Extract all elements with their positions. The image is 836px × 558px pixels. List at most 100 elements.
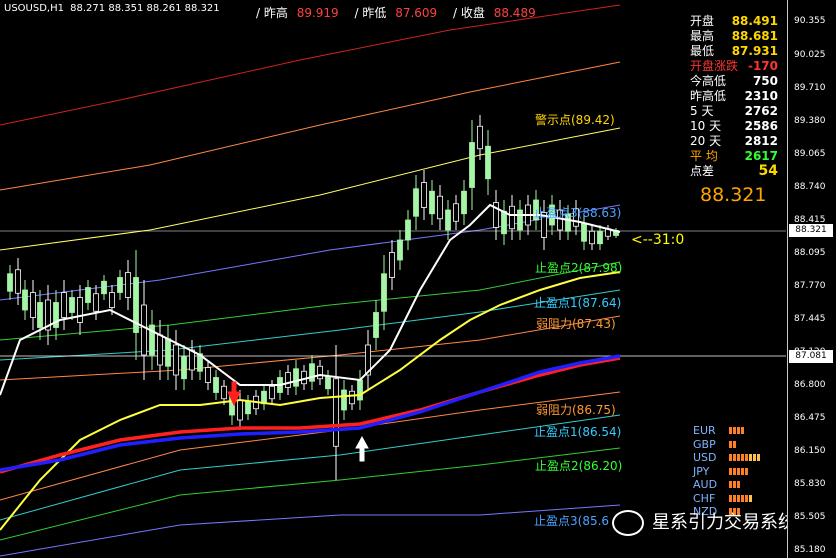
envelope-band-line — [0, 261, 621, 341]
strength-bar — [729, 427, 732, 435]
candle-body — [93, 293, 99, 312]
strength-bar — [733, 467, 736, 475]
strength-bar — [745, 467, 748, 475]
price-tick: 90.025 — [794, 50, 826, 60]
strength-bar — [733, 481, 736, 489]
info-value: 88.681 — [731, 29, 778, 43]
strength-bar — [749, 454, 752, 462]
candle-body — [237, 399, 243, 421]
candle-body — [125, 272, 131, 298]
watermark-text: 星系引力交易系统 — [652, 512, 796, 533]
candle-body — [37, 302, 43, 328]
candle-body — [309, 363, 315, 382]
strength-bar — [757, 454, 760, 462]
info-value: 88.491 — [731, 14, 778, 28]
price-tick: 86.475 — [794, 413, 826, 423]
info-row-high: 最高 88.681 — [690, 29, 780, 44]
currency-code: EUR — [693, 424, 716, 437]
info-label: 点差 — [690, 164, 715, 178]
info-value: 87.931 — [731, 44, 778, 58]
level-label-text: 止盈点3(85.6 — [534, 514, 610, 528]
info-row-average: 平 均 2617 — [690, 149, 780, 164]
candle-body — [437, 195, 443, 220]
info-label: 开盘涨跌 — [690, 59, 739, 73]
candle-body — [205, 367, 211, 383]
info-value: -170 — [747, 59, 778, 73]
strength-bar — [741, 494, 744, 502]
strength-bar — [729, 454, 732, 462]
candle-body — [301, 370, 307, 385]
info-value: 2310 — [744, 89, 778, 103]
prev-high-label: / 昨高 — [256, 6, 288, 20]
level-label-warning: 警示点(89.42) — [535, 111, 615, 128]
candle-body — [405, 219, 411, 241]
price-tick: 89.065 — [794, 149, 826, 159]
price-axis[interactable]: 90.355 90.025 89.710 89.380 89.065 88.74… — [787, 0, 836, 558]
prev-low-label: / 昨低 — [354, 6, 387, 20]
candle-body — [373, 312, 379, 338]
candle-body — [477, 125, 483, 150]
level-label-tp1-upper: 止盈点1(87.64) — [534, 294, 621, 311]
candle-body — [189, 349, 195, 371]
candle-body — [397, 239, 403, 261]
close-value: 88.489 — [493, 6, 536, 20]
prev-low-value: 87.609 — [395, 6, 438, 20]
close-label: / 收盘 — [453, 6, 485, 20]
strength-bar — [737, 467, 740, 475]
chart-window[interactable]: USOUSD,H1 88.271 88.351 88.261 88.321 / … — [0, 0, 836, 558]
level-label-resistance-upper: 弱阻力(87.43) — [536, 315, 616, 332]
info-label: 平 均 — [690, 149, 718, 163]
candle-body — [429, 190, 435, 215]
info-label: 最高 — [690, 29, 715, 43]
level-label-text: 止盈点1(87.64) — [534, 296, 622, 310]
price-tick: 88.095 — [794, 248, 826, 258]
strength-bar — [729, 494, 732, 502]
currency-row: GBP — [693, 438, 761, 452]
level-label-tp2-lower: 止盈点2(86.20) — [535, 457, 622, 474]
info-value: 2812 — [744, 134, 778, 148]
strength-bar — [729, 440, 732, 448]
info-value: 2586 — [744, 119, 778, 133]
info-label: 5 天 — [690, 104, 714, 118]
candle-body — [389, 252, 395, 278]
strength-bars — [729, 465, 749, 479]
price-tick: 89.710 — [794, 83, 826, 93]
candle-body — [445, 209, 451, 231]
candle-body — [317, 365, 323, 380]
price-tick: 86.800 — [794, 380, 826, 390]
level-label-text: 止盈点1(86.54) — [534, 425, 622, 439]
envelope-band-line — [0, 504, 621, 557]
info-label: 今高低 — [690, 74, 727, 88]
candle-body — [485, 145, 491, 180]
info-label: 10 天 — [690, 119, 722, 133]
currency-code: JPY — [693, 464, 710, 478]
level-label-tp3-lower: 止盈点3(85.6 — [534, 512, 609, 529]
ma-yellow-line — [0, 271, 621, 531]
candle-body — [181, 355, 187, 380]
strength-bar — [745, 494, 748, 502]
candle-body — [349, 390, 355, 405]
info-row-today-range: 今高低 750 — [690, 74, 780, 89]
candle-body — [245, 400, 251, 415]
strength-bar — [729, 467, 732, 475]
candle-body — [7, 273, 13, 292]
current-price-display: 88.321 — [700, 184, 767, 206]
price-chart-canvas[interactable] — [0, 0, 786, 558]
strength-bar — [733, 427, 736, 435]
info-row-low: 最低 87.931 — [690, 44, 780, 59]
info-value: 2762 — [744, 104, 778, 118]
info-label: 20 天 — [690, 134, 722, 148]
info-value: 54 — [758, 163, 778, 179]
price-tick: 86.150 — [794, 446, 826, 456]
level-label-text: 弱阻力(87.43) — [536, 317, 616, 331]
strength-bars — [729, 478, 741, 492]
candle-body — [77, 297, 83, 323]
info-label: 开盘 — [690, 14, 715, 28]
bar-timer-label: <--31:0 — [631, 232, 685, 248]
info-row-5-day: 5 天 2762 — [690, 104, 780, 119]
info-row-yesterday-range: 昨高低 2310 — [690, 89, 780, 104]
prev-high-value: 89.919 — [296, 6, 339, 20]
strength-bar — [741, 427, 744, 435]
candle-body — [413, 188, 419, 217]
candle-body — [581, 223, 587, 242]
